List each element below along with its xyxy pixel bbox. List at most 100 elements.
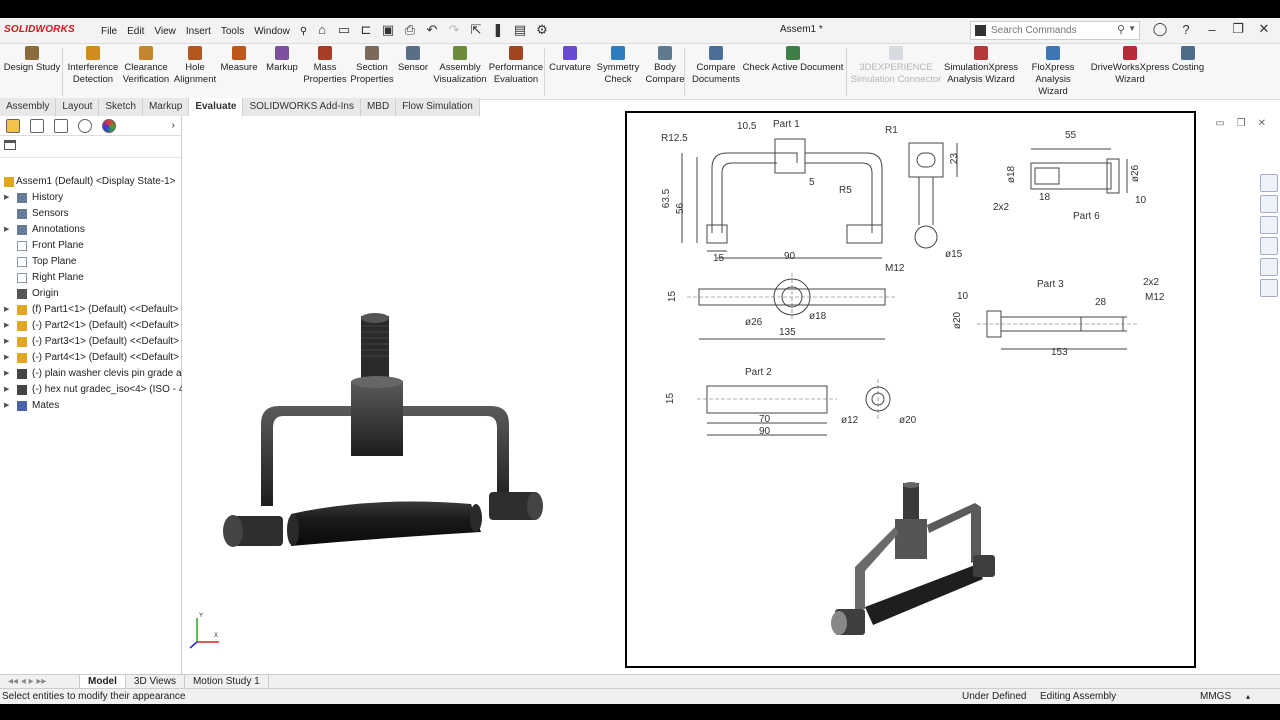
view-palette-icon[interactable] xyxy=(1260,237,1278,255)
tree-node[interactable]: ▶ (-) Part2<1> (Default) <<Default> xyxy=(0,318,182,334)
viewport-close-icon[interactable]: ✕ xyxy=(1258,118,1266,129)
restore-icon[interactable]: ❐ xyxy=(1230,21,1246,37)
tab-solidworks-add-ins[interactable]: SOLIDWORKS Add-Ins xyxy=(243,98,361,116)
tab-sketch[interactable]: Sketch xyxy=(99,98,143,116)
costing-button[interactable]: Costing xyxy=(1168,46,1208,74)
menu-file[interactable]: File xyxy=(96,26,122,37)
viewport-minimize-icon[interactable]: ▭ xyxy=(1215,118,1224,129)
options-gear-icon[interactable]: ⚙ xyxy=(534,21,550,39)
hole-alignment-button[interactable]: Hole Alignment xyxy=(172,46,218,86)
tab-evaluate[interactable]: Evaluate xyxy=(189,98,244,116)
sensor-button[interactable]: Sensor xyxy=(396,46,430,74)
tab-markup[interactable]: Markup xyxy=(142,98,190,116)
dimxpert-icon[interactable] xyxy=(78,118,92,133)
expand-arrow-icon[interactable]: ▶ xyxy=(4,350,9,366)
solidworks-logo[interactable]: SOLIDWORKS xyxy=(4,24,75,35)
tree-node[interactable]: ▶ Annotations xyxy=(0,222,182,238)
tree-node[interactable]: Right Plane xyxy=(0,270,182,286)
performance-evaluation-button[interactable]: Performance Evaluation xyxy=(488,46,544,86)
tree-node[interactable]: ▶ (f) Part1<1> (Default) <<Default> xyxy=(0,302,182,318)
expand-arrow-icon[interactable]: ▶ xyxy=(4,318,9,334)
solidworks-resources-icon[interactable] xyxy=(1260,174,1278,192)
appearances-icon[interactable] xyxy=(1260,258,1278,276)
menu-tools[interactable]: Tools xyxy=(216,26,249,37)
property-manager-icon[interactable] xyxy=(30,118,44,133)
custom-properties-icon[interactable] xyxy=(1260,279,1278,297)
expand-arrow-icon[interactable]: ▶ xyxy=(4,222,9,238)
magnifier-icon[interactable]: ⚲ xyxy=(1117,23,1125,36)
design-library-icon[interactable] xyxy=(1260,195,1278,213)
print-icon[interactable]: ⎙ xyxy=(402,21,418,39)
undo-icon[interactable]: ↶ xyxy=(424,21,440,39)
expand-arrow-icon[interactable]: ▶ xyxy=(4,334,9,350)
tree-node[interactable]: ▶ (-) hex nut gradec_iso<4> (ISO - 4 xyxy=(0,382,182,398)
chevron-right-icon[interactable]: › xyxy=(172,120,175,131)
tab-3d-views[interactable]: 3D Views xyxy=(126,675,185,688)
body-compare-button[interactable]: Body Compare xyxy=(642,46,688,86)
expand-arrow-icon[interactable]: ▶ xyxy=(4,302,9,318)
driveworksxpress-wizard-button[interactable]: DriveWorksXpress Wizard xyxy=(1090,46,1170,86)
search-input[interactable] xyxy=(991,22,1121,38)
minimize-icon[interactable]: – xyxy=(1204,22,1220,37)
tab-scroll-buttons[interactable]: ◂◂ ◂ ▸ ▸▸ xyxy=(0,675,80,688)
tree-node[interactable]: Assem1 (Default) <Display State-1> xyxy=(0,174,182,190)
open-folder-icon[interactable]: ⊏ xyxy=(358,21,374,39)
tree-node[interactable]: Sensors xyxy=(0,206,182,222)
user-icon[interactable]: ◯ xyxy=(1152,21,1168,37)
tree-node[interactable]: ▶ Mates xyxy=(0,398,182,414)
simulationxpress-analysis-wizard-button[interactable]: SimulationXpress Analysis Wizard xyxy=(944,46,1018,86)
check-active-document-button[interactable]: Check Active Document xyxy=(742,46,844,74)
tree-node[interactable]: ▶ (-) Part3<1> (Default) <<Default> xyxy=(0,334,182,350)
save-icon[interactable]: ▣ xyxy=(380,21,396,39)
curvature-button[interactable]: Curvature xyxy=(548,46,592,74)
interference-detection-button[interactable]: Interference Detection xyxy=(66,46,120,86)
viewport-restore-icon[interactable]: ❐ xyxy=(1237,118,1246,129)
3dexperience-simulation-connector-button[interactable]: 3DEXPERIENCE Simulation Connector xyxy=(848,46,944,86)
feature-tree-icon[interactable] xyxy=(6,118,20,133)
measure-button[interactable]: Measure xyxy=(220,46,258,74)
tree-node[interactable]: ▶ (-) plain washer clevis pin grade a xyxy=(0,366,182,382)
tab-assembly[interactable]: Assembly xyxy=(0,98,57,116)
help-icon[interactable]: ? xyxy=(1178,22,1194,37)
tree-node[interactable]: ▶ History xyxy=(0,190,182,206)
section-properties-button[interactable]: Section Properties xyxy=(350,46,394,86)
tree-node[interactable]: Top Plane xyxy=(0,254,182,270)
clearance-verification-button[interactable]: Clearance Verification xyxy=(120,46,172,86)
tree-node[interactable]: ▶ (-) Part4<1> (Default) <<Default> xyxy=(0,350,182,366)
new-document-icon[interactable]: ▭ xyxy=(336,21,352,39)
menu-edit[interactable]: Edit xyxy=(122,26,149,37)
tab-mbd[interactable]: MBD xyxy=(360,98,397,116)
select-arrow-icon[interactable]: ⇱ xyxy=(468,21,484,39)
redo-icon[interactable]: ↷ xyxy=(446,21,462,39)
floxpress-analysis-wizard-button[interactable]: FloXpress Analysis Wizard xyxy=(1020,46,1086,98)
menu-view[interactable]: View xyxy=(149,26,181,37)
tab-motion-study-1[interactable]: Motion Study 1 xyxy=(185,675,269,688)
tab-layout[interactable]: Layout xyxy=(56,98,100,116)
compare-documents-button[interactable]: Compare Documents xyxy=(688,46,744,86)
assembly-visualization-button[interactable]: Assembly Visualization xyxy=(430,46,490,86)
tab-flow-simulation[interactable]: Flow Simulation xyxy=(396,98,480,116)
tab-model[interactable]: Model xyxy=(80,675,126,688)
filter-icon[interactable] xyxy=(4,140,16,150)
close-icon[interactable]: ✕ xyxy=(1256,21,1272,37)
status-units[interactable]: MMGS xyxy=(1200,689,1231,704)
rebuild-icon[interactable]: ❚ xyxy=(490,21,506,39)
tree-filter[interactable] xyxy=(0,136,181,158)
markup-button[interactable]: Markup xyxy=(262,46,302,74)
tree-node[interactable]: Front Plane xyxy=(0,238,182,254)
home-icon[interactable]: ⌂ xyxy=(314,21,330,39)
mass-properties-button[interactable]: Mass Properties xyxy=(302,46,348,86)
expand-arrow-icon[interactable]: ▶ xyxy=(4,366,9,382)
menu-insert[interactable]: Insert xyxy=(181,26,216,37)
search-commands-box[interactable]: ⚲ ▼ xyxy=(970,21,1140,40)
file-explorer-icon[interactable] xyxy=(1260,216,1278,234)
menu-window[interactable]: Window xyxy=(249,26,295,37)
pin-icon[interactable]: ⚲ xyxy=(295,26,312,37)
configuration-manager-icon[interactable] xyxy=(54,118,68,133)
units-chevron-icon[interactable]: ▴ xyxy=(1246,689,1250,704)
symmetry-check-button[interactable]: Symmetry Check xyxy=(594,46,642,86)
assembly-3d-model[interactable] xyxy=(221,306,551,586)
file-properties-icon[interactable]: ▤ xyxy=(512,21,528,39)
expand-arrow-icon[interactable]: ▶ xyxy=(4,382,9,398)
chevron-down-icon[interactable]: ▼ xyxy=(1128,24,1136,33)
